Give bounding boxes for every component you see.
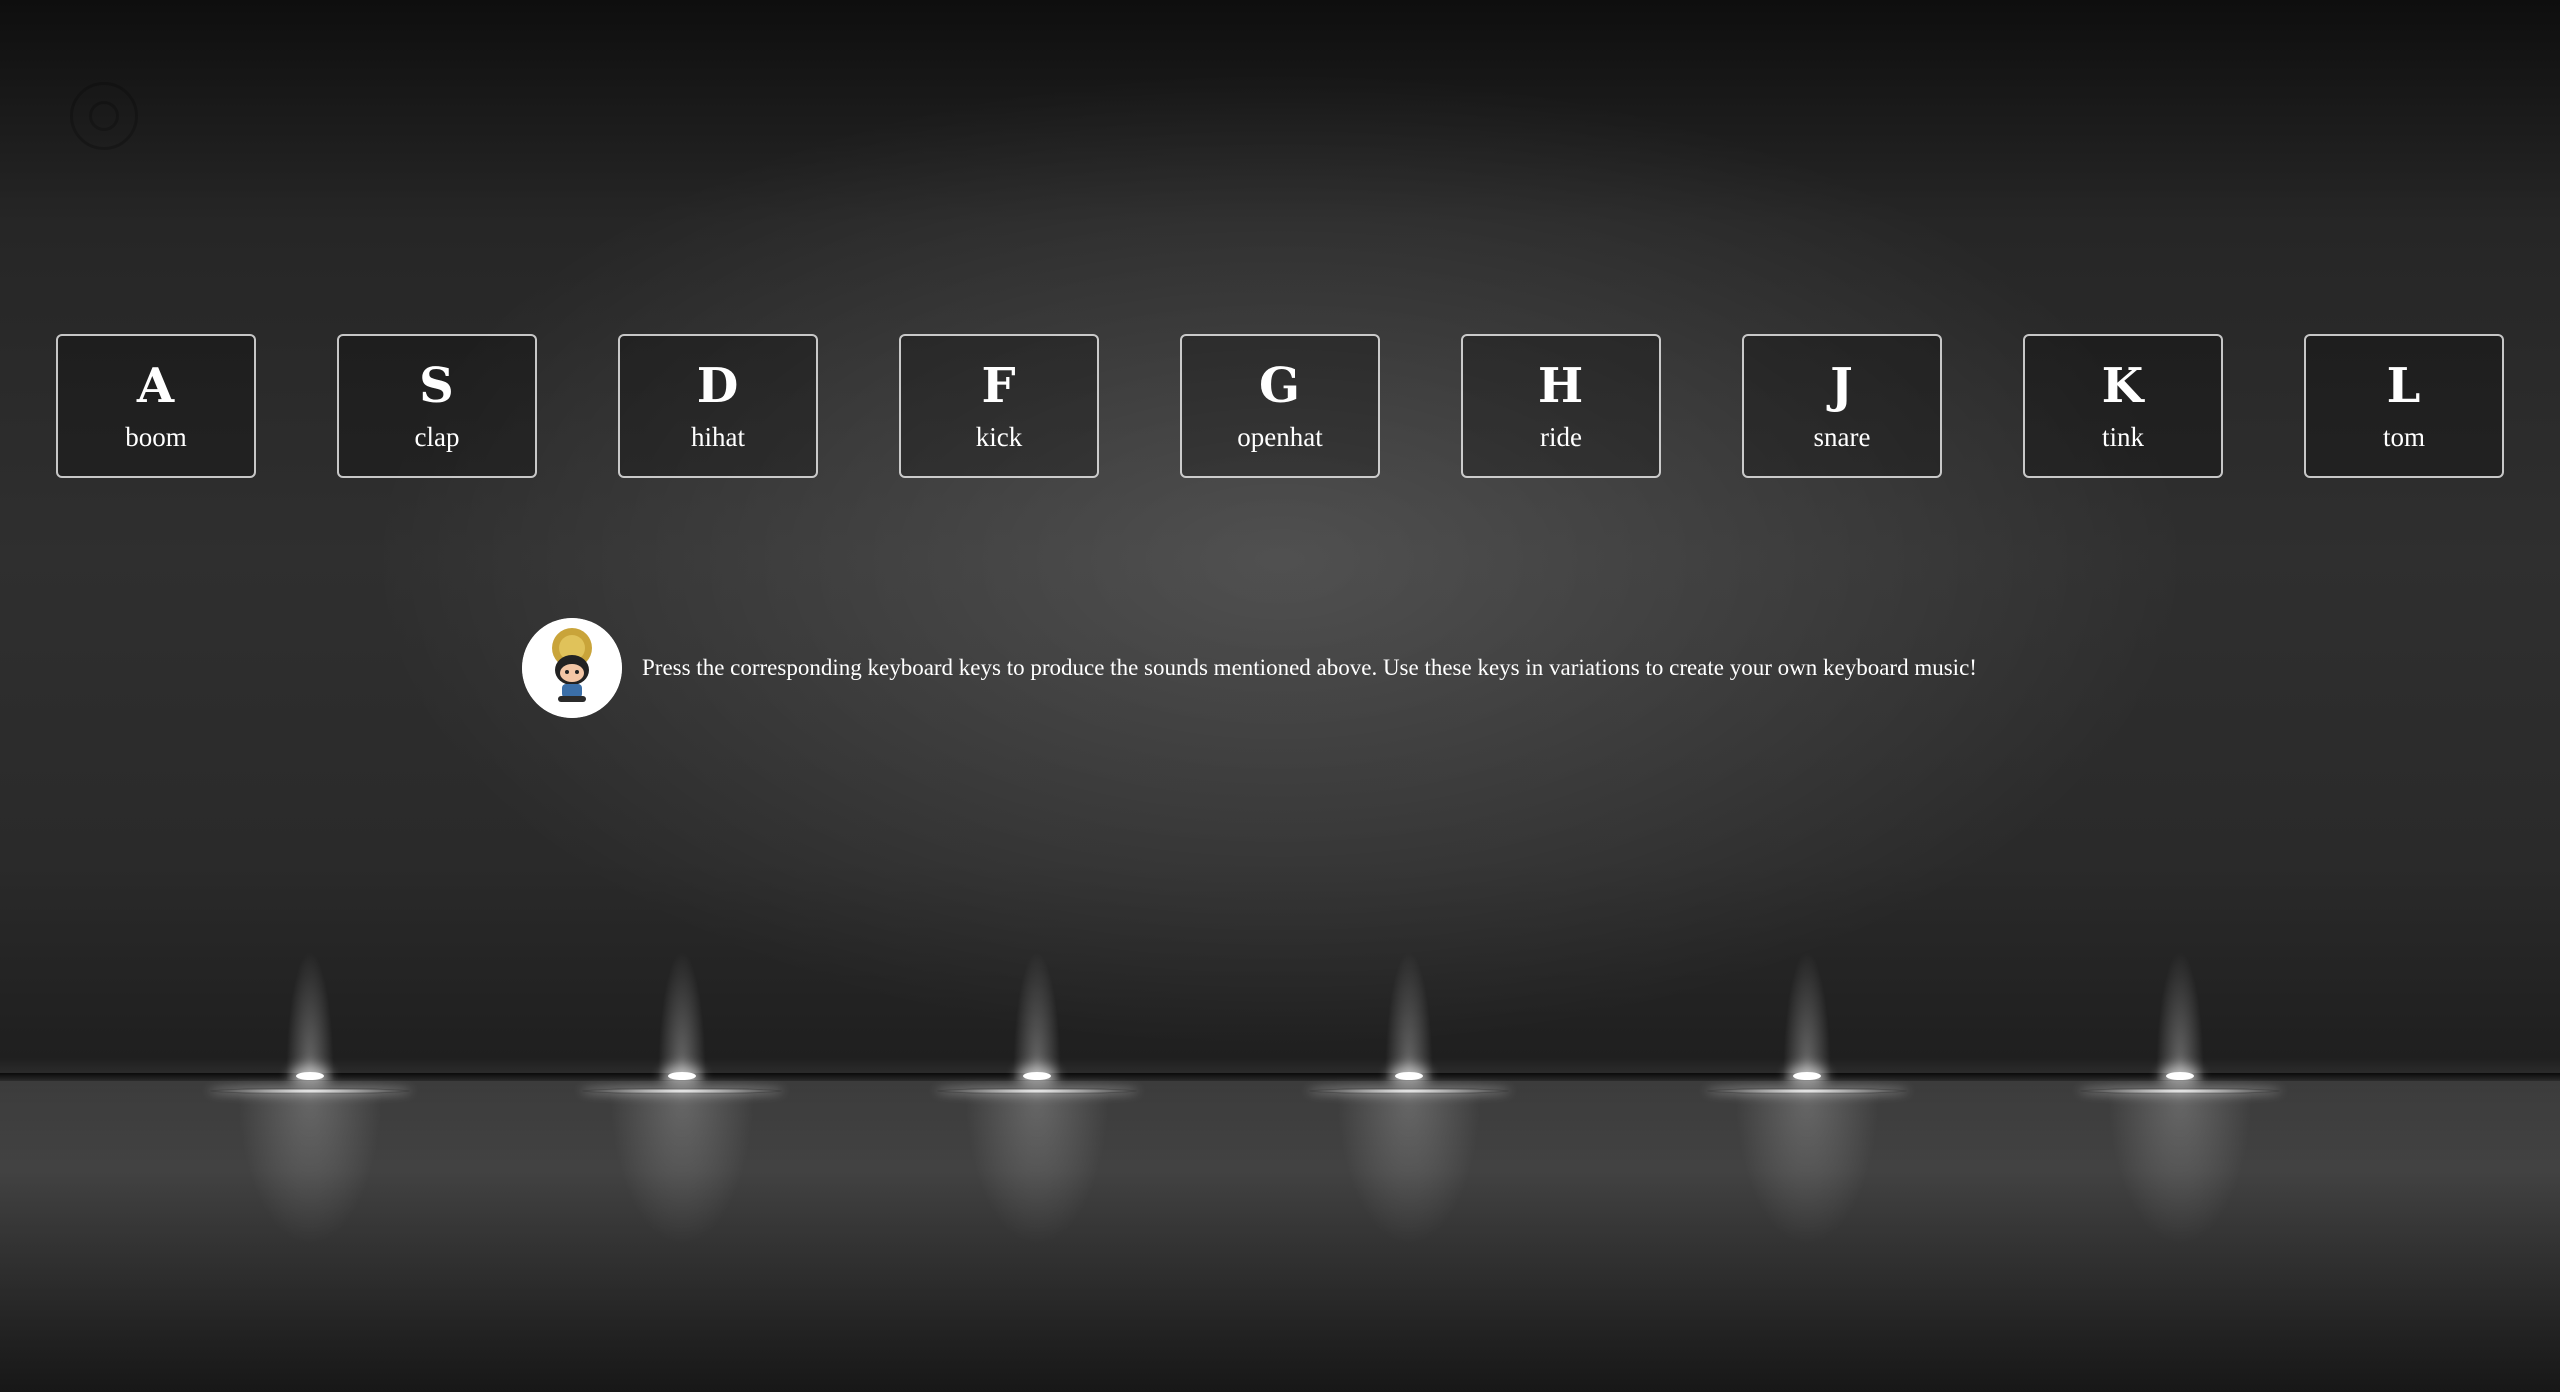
wall-floor-edge xyxy=(0,1073,2560,1081)
key-sound-label: clap xyxy=(414,422,460,452)
key-sound-label: kick xyxy=(975,422,1023,452)
key-sound-label: tom xyxy=(2382,422,2425,452)
drum-keys: A boom S clap D hihat F kick G openhat H… xyxy=(56,334,2504,478)
key-sound-label: tink xyxy=(2101,422,2144,452)
floor xyxy=(0,1081,2560,1392)
key-sound-label: openhat xyxy=(1237,422,1323,452)
key-h[interactable]: H ride xyxy=(1461,334,1661,478)
key-letter: J xyxy=(1830,358,1854,414)
key-letter: L xyxy=(2386,358,2422,414)
key-letter: F xyxy=(981,358,1017,414)
key-letter: K xyxy=(2101,358,2145,414)
instructions: Press the corresponding keyboard keys to… xyxy=(522,616,1977,720)
key-letter: H xyxy=(1537,358,1585,414)
key-sound-label: snare xyxy=(1813,422,1871,452)
instructions-text: Press the corresponding keyboard keys to… xyxy=(642,655,1977,680)
key-letter: D xyxy=(696,358,740,414)
key-sound-label: hihat xyxy=(691,422,745,452)
key-letter: S xyxy=(419,358,455,414)
stage-background: A boom S clap D hihat F kick G openhat H… xyxy=(0,0,2560,1392)
key-sound-label: ride xyxy=(1540,422,1582,452)
key-d[interactable]: D hihat xyxy=(618,334,818,478)
octocat-avatar-icon xyxy=(522,618,622,718)
key-k[interactable]: K tink xyxy=(2023,334,2223,478)
key-f[interactable]: F kick xyxy=(899,334,1099,478)
key-letter: A xyxy=(136,358,176,414)
github-icon[interactable] xyxy=(70,82,138,150)
key-letter: G xyxy=(1259,358,1301,414)
key-j[interactable]: J snare xyxy=(1742,334,1942,478)
key-g[interactable]: G openhat xyxy=(1180,334,1380,478)
key-a[interactable]: A boom xyxy=(56,334,256,478)
key-sound-label: boom xyxy=(125,422,187,452)
key-s[interactable]: S clap xyxy=(337,334,537,478)
key-l[interactable]: L tom xyxy=(2304,334,2504,478)
